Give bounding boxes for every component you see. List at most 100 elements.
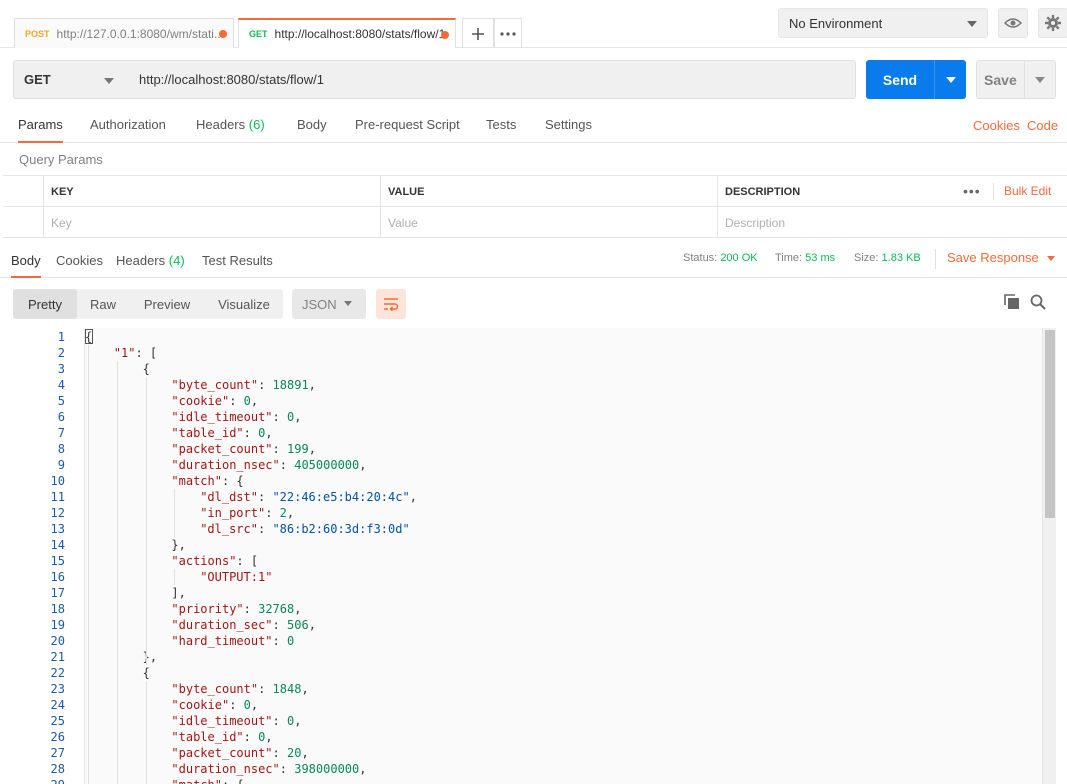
tab-tests[interactable]: Tests [486, 117, 516, 143]
key-input[interactable]: Key [43, 207, 380, 238]
code-line: 18 "priority": 32768, [13, 601, 1042, 617]
code-line: 17], [13, 585, 1042, 601]
raw-button[interactable]: Raw [77, 289, 129, 319]
line-number: 8 [57, 442, 65, 456]
line-number: 26 [50, 730, 65, 744]
tab-url: http://127.0.0.1:8080/wm/stati... [56, 26, 223, 41]
code-line: 14}, [13, 537, 1042, 553]
save-options-button[interactable] [1023, 61, 1055, 98]
code-line: 1{ [13, 329, 1042, 345]
tab-response-headers[interactable]: Headers (4) [116, 253, 185, 278]
code-line: 29 "match": { [13, 777, 1042, 784]
wrap-lines-button[interactable] [376, 289, 406, 319]
tab-url: http://localhost:8080/stats/flow/1 [274, 27, 445, 41]
status-label: Status: [683, 252, 718, 264]
http-method-value: GET [24, 72, 51, 87]
tab-get-request[interactable]: GET http://localhost:8080/stats/flow/1 [238, 18, 456, 48]
line-number: 18 [50, 602, 65, 616]
row-handle-column [3, 176, 43, 207]
code-text: "hard_timeout": 0 [171, 634, 295, 648]
search-icon[interactable] [1030, 294, 1046, 310]
preview-button[interactable]: Preview [129, 289, 205, 319]
format-select[interactable]: JSON [292, 289, 366, 319]
key-column-header: KEY [43, 176, 380, 207]
code-line: 11 "dl_dst": "22:46:e5:b4:20:4c", [13, 489, 1042, 505]
response-body-editor[interactable]: 1{2 "1": [3{4 "byte_count": 18891, 5 "cookie… [13, 328, 1056, 784]
line-number: 24 [50, 698, 65, 712]
tab-test-results[interactable]: Test Results [202, 253, 273, 278]
line-number: 28 [50, 762, 65, 776]
code-text: "dl_src": "86:b2:60:3d:f3:0d" [200, 522, 410, 536]
code-line: 28 "duration_nsec": 398000000, [13, 761, 1042, 777]
code-link[interactable]: Code [1027, 118, 1058, 133]
code-text: ], [171, 586, 186, 600]
eye-icon [1004, 18, 1022, 28]
code-line: 25 "idle_timeout": 0, [13, 713, 1042, 729]
code-line: 23 "byte_count": 1848, [13, 681, 1042, 697]
indent-guide [174, 489, 176, 537]
manage-environments-button[interactable] [1038, 8, 1067, 38]
save-button[interactable]: Save [976, 60, 1056, 99]
tab-response-cookies[interactable]: Cookies [56, 253, 103, 278]
pretty-button[interactable]: Pretty [13, 289, 77, 319]
line-number: 12 [50, 506, 65, 520]
unsaved-dot-icon [441, 31, 449, 39]
indent-guide [88, 345, 89, 784]
value-input[interactable]: Value [380, 207, 717, 238]
code-text: "OUTPUT:1" [200, 570, 273, 584]
code-line: 9 "duration_nsec": 405000000, [13, 457, 1042, 473]
indent-guide [145, 681, 147, 784]
more-icon[interactable]: ••• [963, 184, 981, 198]
http-method-select[interactable]: GET [13, 60, 129, 99]
tab-pre-request-script[interactable]: Pre-request Script [355, 117, 460, 143]
send-options-button[interactable] [934, 60, 966, 99]
size-meta: Size: 1.83 KB [854, 252, 921, 264]
code-text: "packet_count": 20, [171, 746, 309, 760]
environment-quick-look-button[interactable] [998, 8, 1028, 38]
description-input[interactable]: Description [717, 207, 1067, 238]
code-line: 16 "OUTPUT:1" [13, 569, 1042, 585]
tab-response-body[interactable]: Body [11, 253, 41, 278]
bulk-edit-link[interactable]: Bulk Edit [1004, 184, 1051, 198]
indent-guide [145, 377, 147, 665]
save-response-label: Save Response [947, 250, 1039, 265]
code-line: 27 "packet_count": 20, [13, 745, 1042, 761]
line-number: 10 [50, 474, 65, 488]
request-config-tabs: Params Authorization Headers (6) Body Pr… [0, 110, 1067, 143]
code-text: "idle_timeout": 0, [171, 714, 302, 728]
query-params-title: Query Params [19, 152, 103, 167]
environment-label: No Environment [789, 15, 883, 31]
tab-post-request[interactable]: POST http://127.0.0.1:8080/wm/stati... [14, 18, 234, 48]
cookies-link[interactable]: Cookies [973, 118, 1020, 133]
code-line: 26 "table_id": 0, [13, 729, 1042, 745]
copy-icon[interactable] [1004, 294, 1020, 310]
more-icon [500, 31, 516, 36]
code-text: "duration_nsec": 398000000, [171, 762, 367, 776]
tab-body[interactable]: Body [297, 117, 327, 143]
unsaved-dot-icon [219, 30, 227, 38]
visualize-button[interactable]: Visualize [205, 289, 283, 319]
tab-settings[interactable]: Settings [545, 117, 592, 143]
chevron-down-icon [945, 76, 956, 83]
line-number: 16 [50, 570, 65, 584]
code-line: 12 "in_port": 2, [13, 505, 1042, 521]
tab-headers[interactable]: Headers (6) [196, 117, 265, 143]
send-button[interactable]: Send [866, 60, 966, 99]
line-number: 3 [57, 362, 65, 376]
tab-options-button[interactable] [494, 18, 522, 48]
indent-guide [174, 569, 176, 585]
code-line: 15 "actions": [ [13, 553, 1042, 569]
tab-params[interactable]: Params [18, 117, 63, 143]
tab-authorization[interactable]: Authorization [90, 117, 166, 143]
scrollbar-thumb[interactable] [1045, 330, 1055, 518]
environment-select[interactable]: No Environment [778, 8, 988, 38]
editor-scrollbar[interactable] [1042, 328, 1056, 784]
new-tab-button[interactable] [462, 18, 494, 48]
code-text: "cookie": 0, [171, 698, 259, 712]
code-text: "dl_dst": "22:46:e5:b4:20:4c", [200, 490, 417, 504]
save-response-button[interactable]: Save Response [947, 250, 1055, 265]
divider [993, 183, 994, 200]
request-url-input[interactable]: http://localhost:8080/stats/flow/1 [128, 60, 856, 99]
line-number: 4 [57, 378, 65, 392]
line-number: 7 [57, 426, 65, 440]
